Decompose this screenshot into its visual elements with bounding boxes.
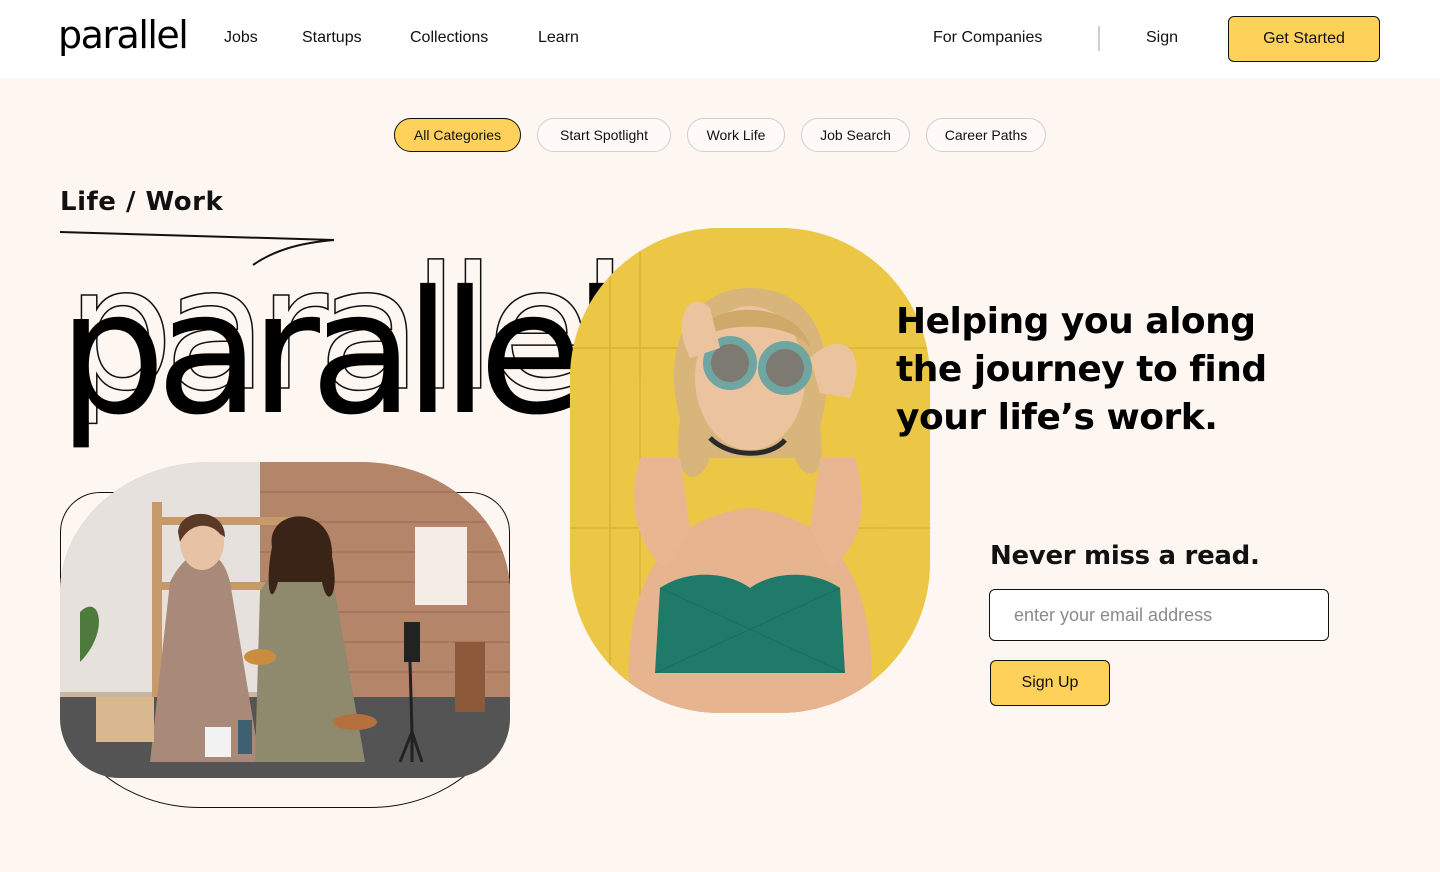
sign-link[interactable]: Sign (1146, 28, 1178, 48)
category-job-search[interactable]: Job Search (801, 118, 910, 152)
category-work-life[interactable]: Work Life (687, 118, 785, 152)
photo-workshop (60, 462, 510, 778)
site-header: parallel Jobs Startups Collections Learn… (0, 0, 1440, 78)
nav-divider (1098, 26, 1100, 51)
nav-collections[interactable]: Collections (410, 28, 488, 48)
section-label: Life / Work (60, 187, 224, 217)
photo-woman-sunglasses (570, 228, 930, 713)
hero-tagline: Helping you along the journey to find yo… (896, 298, 1376, 442)
newsletter-title: Never miss a read. (990, 541, 1260, 571)
category-start-spotlight[interactable]: Start Spotlight (537, 118, 671, 152)
photo-workshop-group (60, 462, 510, 808)
category-all[interactable]: All Categories (394, 118, 521, 152)
logo[interactable]: parallel (58, 10, 189, 60)
parallel-wordmark: parallel parallel (58, 230, 629, 453)
nav-learn[interactable]: Learn (538, 28, 579, 48)
tagline-line-1: Helping you along (896, 301, 1256, 342)
category-career-paths[interactable]: Career Paths (926, 118, 1046, 152)
nav-startups[interactable]: Startups (302, 28, 362, 48)
wordmark-solid: parallel (58, 255, 610, 453)
tagline-line-3: your life’s work. (896, 397, 1218, 438)
nav-jobs[interactable]: Jobs (224, 28, 258, 48)
email-input[interactable] (989, 589, 1329, 641)
get-started-button[interactable]: Get Started (1228, 16, 1380, 62)
tagline-line-2: the journey to find (896, 349, 1267, 390)
sign-up-button[interactable]: Sign Up (990, 660, 1110, 706)
nav-for-companies[interactable]: For Companies (933, 28, 1042, 48)
